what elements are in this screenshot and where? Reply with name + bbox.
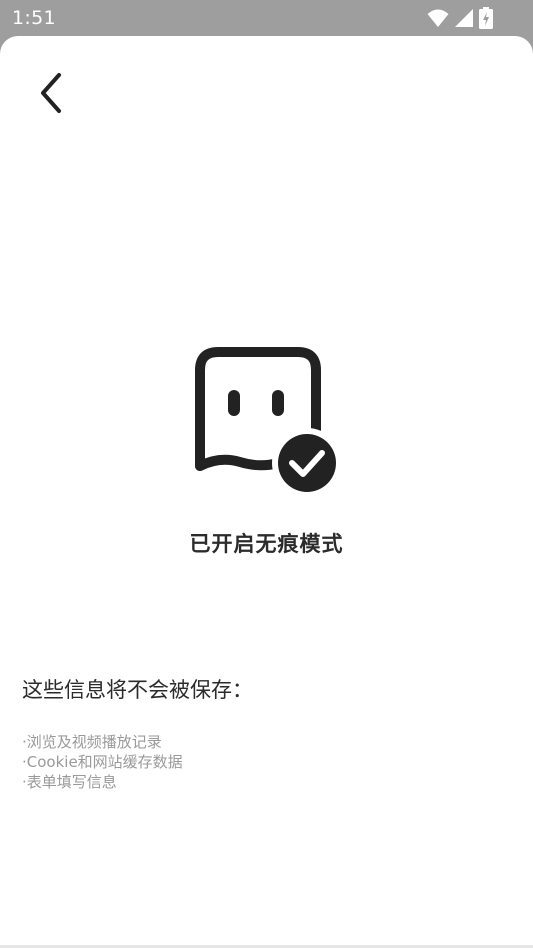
list-item: ·浏览及视频播放记录 — [22, 733, 162, 751]
wifi-icon — [427, 9, 449, 27]
info-heading: 这些信息将不会被保存： — [22, 678, 253, 702]
signal-icon — [455, 9, 473, 27]
status-bar: 1:51 — [0, 0, 533, 36]
list-item: ·表单填写信息 — [22, 773, 117, 791]
info-list: ·浏览及视频播放记录 ·Cookie和网站缓存数据 ·表单填写信息 — [22, 732, 183, 792]
incognito-sheet: 已开启无痕模式 这些信息将不会被保存： ·浏览及视频播放记录 ·Cookie和网… — [0, 36, 533, 948]
page-title: 已开启无痕模式 — [189, 532, 344, 556]
ghost-check-icon — [195, 347, 340, 496]
status-icons — [427, 7, 493, 29]
back-arrow-icon — [41, 73, 61, 113]
list-item: ·Cookie和网站缓存数据 — [22, 753, 183, 771]
battery-charging-icon — [479, 7, 493, 29]
back-button[interactable] — [30, 66, 74, 120]
status-time: 1:51 — [12, 7, 56, 29]
